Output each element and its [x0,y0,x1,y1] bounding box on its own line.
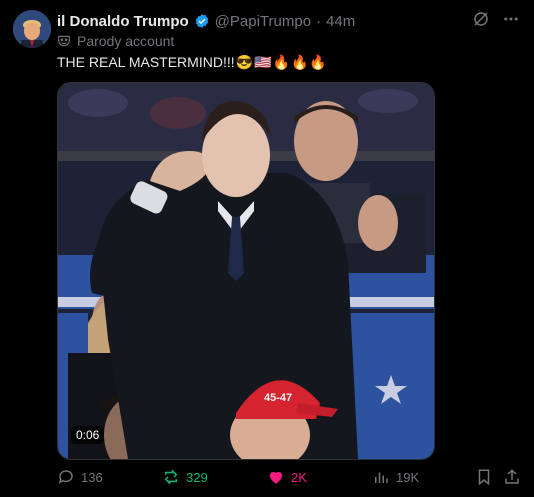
share-icon [505,469,519,484]
emoji-us-flag: 🇺🇸 [254,54,272,70]
emoji-fire: 🔥 [290,54,309,70]
retweet-icon [164,469,178,485]
views-button[interactable]: 19K [372,468,419,486]
reply-icon [58,470,73,484]
more-icon[interactable] [502,10,520,28]
share-button[interactable] [503,468,521,486]
video-frame: 45-47 [58,83,434,459]
tweet-text-body: THE REAL MASTERMIND!!! [57,54,235,70]
emoji-fire: 🔥 [272,54,290,70]
parody-label: Parody account [57,33,174,49]
tweet-text: THE REAL MASTERMIND!!! 😎 🇺🇸 🔥 🔥 🔥 [57,54,327,70]
hat-text: 45-47 [264,392,292,404]
emoji-fire: 🔥 [309,54,327,70]
verified-badge-icon [195,14,208,28]
video-duration: 0:06 [71,426,105,444]
parody-label-text: Parody account [77,33,175,49]
bookmark-icon [478,469,490,486]
avatar[interactable] [13,10,51,48]
views-count: 19K [396,469,420,485]
separator-dot: · [316,12,322,30]
author-handle[interactable]: @PapiTrumpo [215,13,311,30]
reply-count: 136 [81,469,103,485]
reply-button[interactable]: 136 [57,468,103,486]
like-count: 2K [291,469,307,485]
retweet-button[interactable]: 329 [162,468,208,486]
like-button[interactable]: 2K [267,468,307,486]
video-player[interactable]: 45-47 0:06 [57,82,435,460]
timestamp[interactable]: 44m [326,13,355,30]
author-display-name[interactable]: il Donaldo Trumpo [57,13,189,30]
parody-mask-icon [58,35,70,47]
bookmark-button[interactable] [475,468,493,486]
top-actions [472,10,520,28]
tweet-header: il Donaldo Trumpo @PapiTrumpo · 44m [57,11,355,31]
emoji-sunglasses: 😎 [235,54,254,70]
tweet-actions: 136 329 2K 19K [57,468,522,490]
retweet-count: 329 [186,469,208,485]
views-icon [375,472,388,483]
grok-icon[interactable] [472,10,490,28]
like-icon [269,471,283,484]
